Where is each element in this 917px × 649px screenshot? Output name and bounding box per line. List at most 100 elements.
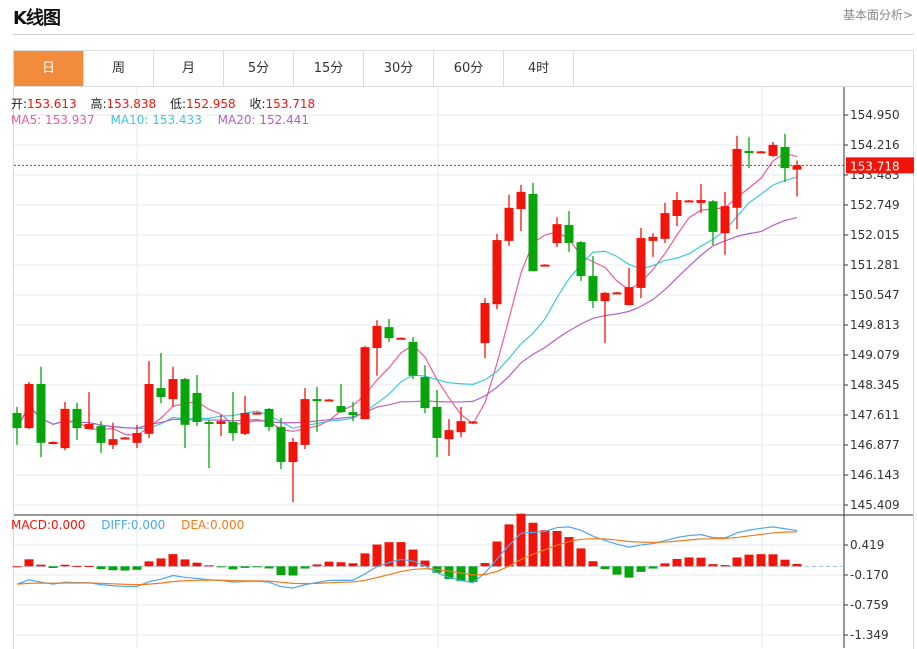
- macd-bar: [792, 563, 802, 567]
- candle-down: [192, 392, 202, 422]
- candle-down: [264, 408, 274, 427]
- candle-up: [624, 287, 634, 306]
- macd-bar: [120, 566, 130, 571]
- candle-up: [636, 238, 646, 288]
- macd-bar: [624, 566, 634, 578]
- macd-bar: [288, 566, 298, 576]
- candle-down: [204, 421, 214, 425]
- macd-bar: [84, 565, 94, 567]
- macd-bar: [696, 557, 706, 567]
- candle-up: [504, 207, 514, 241]
- candle-up: [660, 213, 670, 239]
- open-label: 开:: [11, 97, 28, 111]
- macd-bar: [96, 566, 106, 570]
- candle-up: [492, 240, 502, 305]
- ma20-value: MA20: 152.441: [217, 113, 309, 127]
- candle-up: [732, 148, 742, 208]
- candle-down: [780, 146, 790, 169]
- macd-readout: MACD:0.000 DIFF:0.000 DEA:0.000: [11, 518, 244, 532]
- price-tick-label: 150.547: [850, 288, 900, 302]
- macd-bar: [600, 566, 610, 570]
- macd-bar: [588, 561, 598, 567]
- macd-bar: [708, 564, 718, 567]
- macd-bar: [60, 564, 70, 567]
- ma10-value: MA10: 153.433: [110, 113, 202, 127]
- price-tick-label: 151.281: [850, 258, 900, 272]
- price-tick-label: 149.079: [850, 348, 900, 362]
- candle-up: [300, 399, 310, 445]
- candle-up: [144, 383, 154, 434]
- macd-bar: [720, 565, 730, 567]
- ma5-line: [16, 152, 798, 436]
- candle-down: [384, 327, 394, 339]
- close-label: 收:: [249, 97, 266, 111]
- candle-up: [396, 337, 406, 340]
- macd-bar: [732, 557, 742, 567]
- low-value: 152.958: [186, 97, 236, 111]
- candle-down: [336, 406, 346, 413]
- candle-down: [156, 388, 166, 398]
- candle-up: [672, 200, 682, 216]
- candle-down: [12, 412, 22, 429]
- candle-down: [744, 150, 754, 154]
- macd-bar: [192, 562, 202, 567]
- macd-bar: [228, 566, 238, 570]
- candle-up: [612, 292, 622, 295]
- candle-down: [96, 426, 106, 443]
- macd-bar: [552, 531, 562, 567]
- macd-bar: [204, 565, 214, 567]
- price-tick-label: 149.813: [850, 318, 900, 332]
- macd-bar: [276, 566, 286, 576]
- macd-bar: [360, 553, 370, 567]
- macd-bar: [132, 566, 142, 570]
- price-tick-label: 152.749: [850, 198, 900, 212]
- candle-up: [60, 408, 70, 449]
- candle-up: [84, 424, 94, 429]
- macd-bar: [684, 557, 694, 567]
- macd-bar: [72, 565, 82, 567]
- macd-bar: [660, 563, 670, 567]
- macd-bar: [24, 559, 34, 567]
- price-tick-label: 152.015: [850, 228, 900, 242]
- macd-bar: [240, 566, 250, 568]
- candle-down: [36, 383, 46, 443]
- diff-line: [16, 526, 798, 589]
- price-tick-label: 154.950: [850, 108, 900, 122]
- candle-up: [684, 200, 694, 203]
- price-tick-label: 154.216: [850, 138, 900, 152]
- candle-down: [708, 201, 718, 232]
- macd-bar: [324, 561, 334, 567]
- ohlc-readout: 开:153.613 高:153.838 低:152.958 收:153.718: [11, 95, 325, 112]
- macd-bar: [636, 566, 646, 572]
- candle-up: [240, 412, 250, 434]
- candle-down: [312, 399, 322, 402]
- candle-down: [408, 341, 418, 376]
- macd-tick-label: 0.419: [850, 538, 884, 552]
- open-value: 153.613: [27, 97, 77, 111]
- candle-up: [168, 379, 178, 400]
- candle-up: [552, 224, 562, 243]
- macd-bar: [216, 566, 226, 568]
- candle-up: [792, 165, 802, 170]
- macd-value: MACD:0.000: [11, 518, 86, 532]
- macd-bar: [576, 548, 586, 567]
- candle-up: [468, 421, 478, 424]
- macd-bar: [300, 566, 310, 569]
- macd-bar: [12, 566, 22, 568]
- macd-bar: [264, 566, 274, 569]
- candle-up: [648, 236, 658, 241]
- dea-line: [16, 531, 798, 586]
- candle-up: [720, 206, 730, 234]
- candle-down: [72, 408, 82, 429]
- macd-bar: [168, 554, 178, 567]
- macd-bar: [108, 566, 118, 571]
- candle-up: [516, 191, 526, 210]
- candle-up: [444, 430, 454, 440]
- macd-bar: [396, 542, 406, 567]
- candle-up: [756, 151, 766, 154]
- current-price-label: 153.718: [850, 159, 900, 173]
- macd-bar: [348, 563, 358, 567]
- ma20-line: [16, 216, 798, 429]
- high-value: 153.838: [106, 97, 157, 111]
- candle-up: [480, 303, 490, 344]
